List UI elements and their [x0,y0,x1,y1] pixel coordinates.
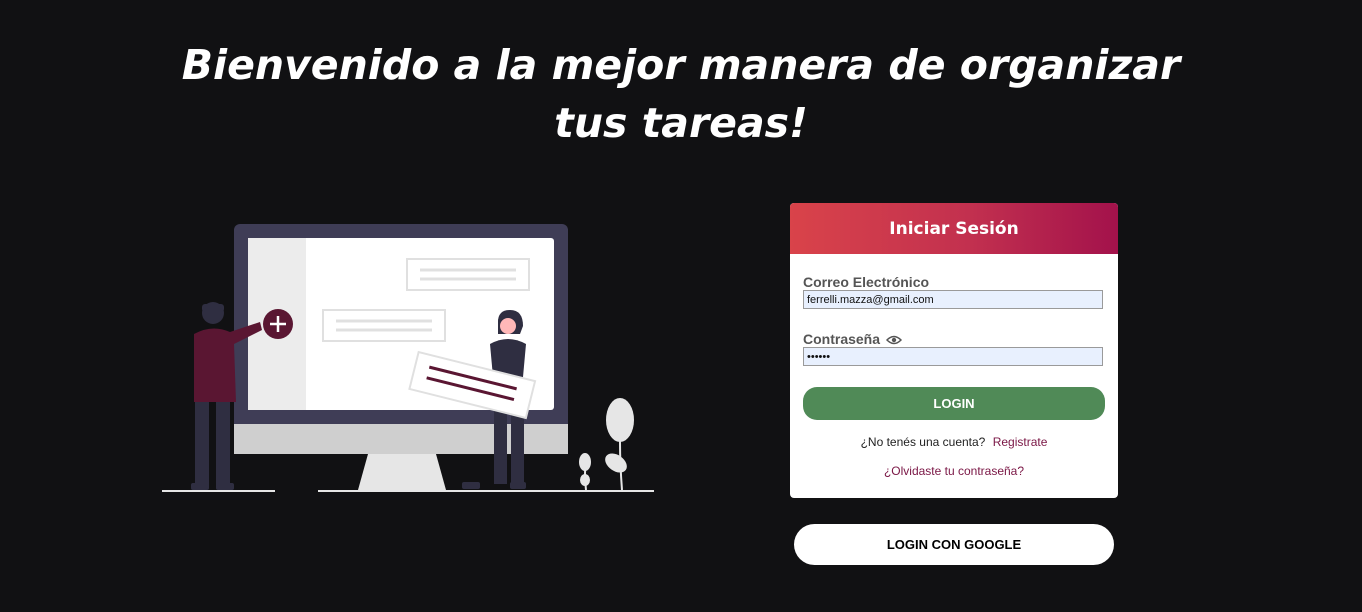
eye-icon[interactable] [885,333,903,345]
password-field[interactable] [803,347,1103,366]
login-card: Iniciar Sesión Correo Electrónico Contra… [790,203,1118,498]
no-account-text: ¿No tenés una cuenta? [860,435,986,449]
email-field[interactable] [803,290,1103,309]
login-card-title: Iniciar Sesión [889,218,1019,239]
password-label: Contraseña [803,331,903,347]
forgot-password-link[interactable]: ¿Olvidaste tu contraseña? [790,464,1118,478]
login-card-header: Iniciar Sesión [790,203,1118,254]
login-button[interactable]: LOGIN [803,387,1105,420]
google-login-button[interactable]: LOGIN CON GOOGLE [794,524,1114,565]
people-with-monitor-illustration [162,224,654,492]
email-label: Correo Electrónico [803,274,930,290]
register-link[interactable]: Registrate [993,435,1048,449]
signup-prompt: ¿No tenés una cuenta? Registrate [790,435,1118,449]
page-headline: Bienvenido a la mejor manera de organiza… [181,41,1181,147]
